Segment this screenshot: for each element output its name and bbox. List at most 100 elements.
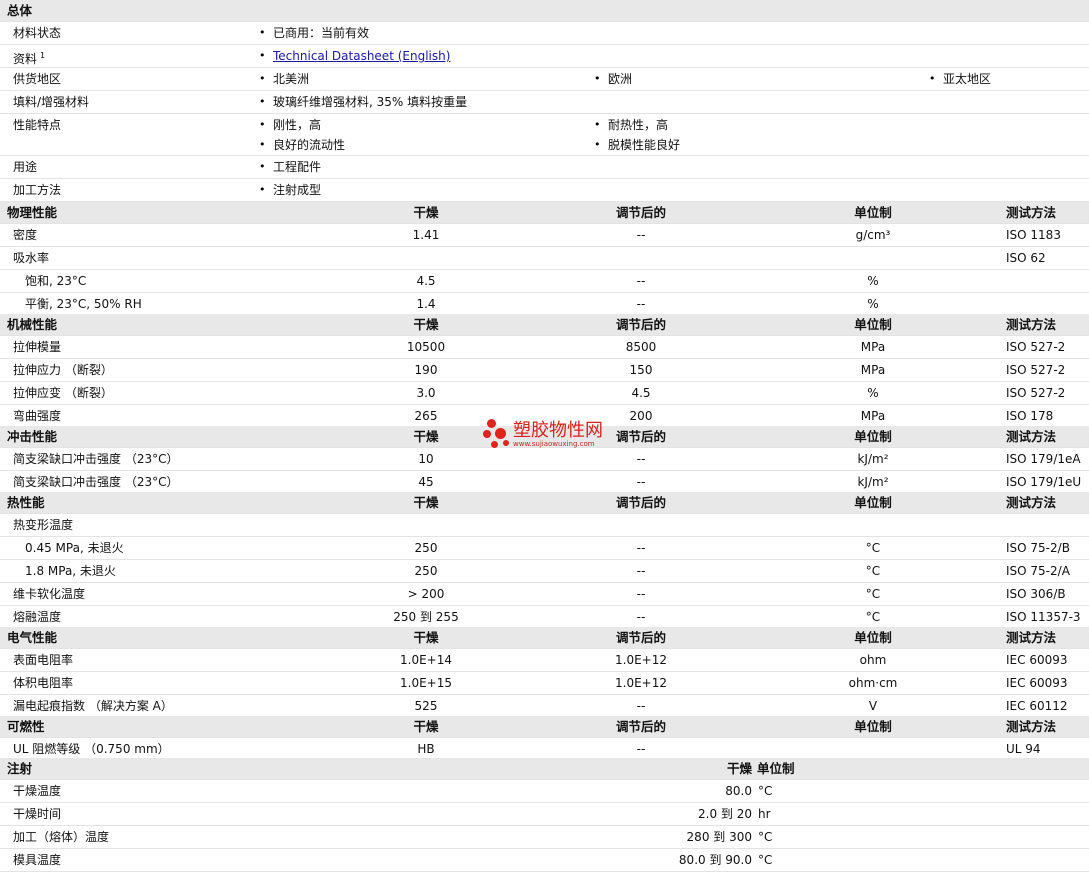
injection-value: 80.0 (725, 784, 752, 798)
value-test-method: IEC 60093 (1006, 676, 1068, 690)
section-electrical-header: 电气性能 干燥 调节后的 单位制 测试方法 (0, 627, 1089, 649)
uses-value: 工程配件 (259, 156, 321, 178)
property-name: 加工（熔体）温度 (13, 830, 110, 844)
property-name: 拉伸模量 (13, 340, 62, 354)
value-unit: V (868, 699, 878, 713)
table-row: 平衡, 23°C, 50% RH 1.4 --% (0, 293, 1089, 316)
value-unit: g/cm³ (855, 228, 891, 242)
section-title: 机械性能 (7, 317, 58, 332)
value-conditioned: 1.0E+12 (615, 676, 667, 690)
property-name: 弯曲强度 (13, 409, 62, 423)
row-features: 性能特点 刚性，高 耐热性，高 良好的流动性 脱模性能良好 (0, 114, 1089, 156)
col-header-dry: 干燥 (413, 630, 439, 645)
row-processing: 加工方法 注射成型 (0, 179, 1089, 202)
table-row: 干燥温度 80.0 °C (0, 780, 1089, 803)
col-header-unit: 单位制 (854, 205, 892, 220)
table-row: 拉伸应力 （断裂） 190 150 MPa ISO 527-2 (0, 359, 1089, 382)
value-conditioned: 4.5 (631, 386, 651, 400)
table-row: 拉伸应变 （断裂） 3.0 4.5% ISO 527-2 (0, 382, 1089, 405)
col-header-dry: 干燥 (413, 317, 439, 332)
value-conditioned: -- (636, 699, 646, 713)
value-dry: 1.4 (416, 297, 436, 311)
row-label: 供货地区 (13, 72, 62, 86)
value-dry: 10500 (406, 340, 446, 354)
value-test-method: ISO 11357-3 (1006, 610, 1081, 624)
row-label: 材料状态 (13, 26, 62, 40)
col-header-dry: 干燥 (413, 719, 439, 734)
row-label: 资料 1 (13, 51, 46, 66)
table-row: 热变形温度 (0, 514, 1089, 537)
col-header-conditioned: 调节后的 (615, 719, 666, 734)
value-unit: % (867, 297, 879, 311)
table-row: 干燥时间 2.0 到 20 hr (0, 803, 1089, 826)
col-header-unit: 单位制 (854, 719, 892, 734)
value-conditioned: -- (636, 610, 646, 624)
col-header-dry: 干燥 (726, 761, 752, 776)
logo-dot-icon (483, 430, 491, 438)
watermark-title: 塑胶物性网 (513, 420, 603, 441)
property-name: 干燥时间 (13, 807, 62, 821)
table-row: 维卡软化温度 > 200 -- °C ISO 306/B (0, 583, 1089, 606)
value-unit: °C (865, 541, 881, 555)
table-row: 1.8 MPa, 未退火 250 -- °C ISO 75-2/A (0, 560, 1089, 583)
row-filler: 填料/增强材料 玻璃纤维增强材料, 35% 填料按重量 (0, 91, 1089, 114)
row-label: 加工方法 (13, 183, 62, 197)
property-name: 维卡软化温度 (13, 587, 86, 601)
value-unit: MPa (860, 363, 886, 377)
col-header-method: 测试方法 (1006, 317, 1057, 332)
property-name: 饱和, 23°C (25, 274, 87, 288)
row-label: 性能特点 (13, 118, 62, 132)
value-dry: 45 (418, 475, 434, 489)
value-unit: °C (865, 610, 881, 624)
col-header-conditioned: 调节后的 (615, 205, 666, 220)
section-thermal-header: 热性能 干燥 调节后的 单位制 测试方法 (0, 492, 1089, 514)
logo-dot-icon (491, 441, 498, 448)
value-unit: ohm·cm (848, 676, 898, 690)
property-name: 干燥温度 (13, 784, 62, 798)
value-conditioned: 1.0E+12 (615, 653, 667, 667)
section-title: 冲击性能 (7, 429, 58, 444)
col-header-method: 测试方法 (1006, 630, 1057, 645)
value-dry: 250 到 255 (393, 610, 459, 624)
watermark-logo: 塑胶物性网 www.sujiaowuxing.com (483, 416, 633, 456)
value-test-method: ISO 306/B (1006, 587, 1066, 601)
table-row: 简支梁缺口冲击强度 （23°C） 45 -- kJ/m² ISO 179/1eU (0, 471, 1089, 494)
value-conditioned: -- (636, 475, 646, 489)
value-unit: MPa (860, 409, 886, 423)
value-test-method: ISO 178 (1006, 409, 1054, 423)
datasheet-link[interactable]: Technical Datasheet (English) (259, 45, 450, 67)
table-row: 表面电阻率 1.0E+14 1.0E+12 ohm IEC 60093 (0, 649, 1089, 672)
col-header-dry: 干燥 (413, 495, 439, 510)
table-row: 熔融温度 250 到 255 -- °C ISO 11357-3 (0, 606, 1089, 629)
value-test-method: IEC 60112 (1006, 699, 1068, 713)
value-test-method: ISO 75-2/B (1006, 541, 1070, 555)
row-regions: 供货地区 北美洲 欧洲 亚太地区 (0, 68, 1089, 91)
logo-dot-icon (487, 419, 496, 428)
col-header-dry: 干燥 (413, 429, 439, 444)
value-dry: > 200 (407, 587, 445, 601)
property-name: 漏电起痕指数 （解决方案 A） (13, 699, 173, 713)
value-dry: 1.0E+15 (400, 676, 452, 690)
col-header-conditioned: 调节后的 (615, 495, 666, 510)
injection-unit: °C (758, 830, 773, 844)
value-test-method: ISO 75-2/A (1006, 564, 1070, 578)
col-header-method: 测试方法 (1006, 495, 1057, 510)
value-conditioned: -- (636, 274, 646, 288)
value-conditioned: -- (636, 742, 646, 756)
value-unit: % (867, 274, 879, 288)
row-label: 用途 (13, 160, 38, 174)
value-dry: 4.5 (416, 274, 436, 288)
value-test-method: ISO 179/1eU (1006, 475, 1082, 489)
feature-item: 耐热性，高 (594, 114, 668, 136)
value-dry: 250 (414, 541, 438, 555)
value-dry: 10 (418, 452, 434, 466)
col-header-unit: 单位制 (854, 429, 892, 444)
value-dry: 1.41 (412, 228, 440, 242)
region-item: 亚太地区 (929, 68, 991, 90)
table-row: 模具温度 80.0 到 90.0 °C (0, 849, 1089, 872)
table-row: 体积电阻率 1.0E+15 1.0E+12 ohm·cm IEC 60093 (0, 672, 1089, 695)
value-dry: 190 (414, 363, 438, 377)
section-title: 热性能 (7, 495, 45, 510)
section-injection-header: 注射 干燥 单位制 (0, 758, 1089, 780)
value-unit: °C (865, 564, 881, 578)
